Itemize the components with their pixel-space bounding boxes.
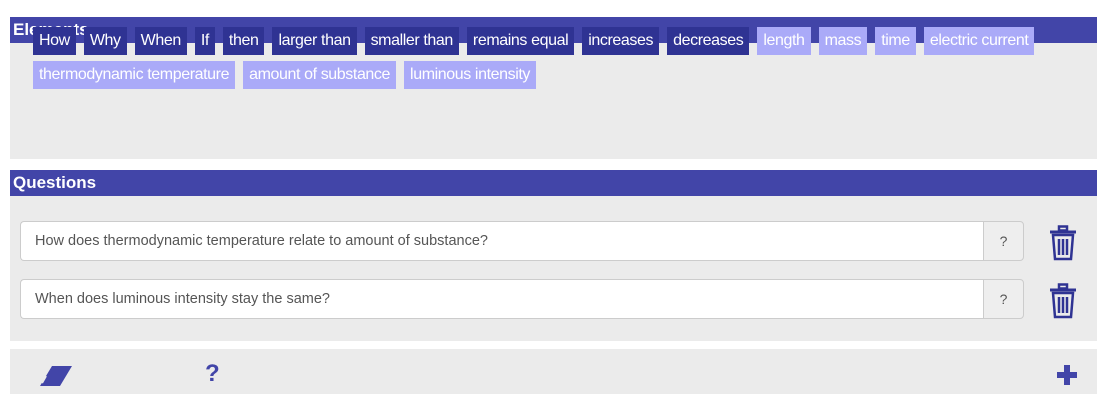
element-chip[interactable]: luminous intensity [404,61,537,89]
elements-chip-list: How Why When If then larger than smaller than r… [33,27,1083,95]
questions-panel [10,196,1097,341]
question-input[interactable] [20,221,983,261]
element-chip[interactable]: larger than [272,27,357,55]
question-help-button[interactable]: ? [983,279,1024,319]
element-chip[interactable]: decreases [667,27,750,55]
element-chip[interactable]: then [222,27,265,55]
question-row: ? [20,221,1024,261]
element-chip[interactable]: If [194,27,215,55]
element-chip[interactable]: mass [818,27,868,55]
element-chip[interactable]: time [875,27,916,55]
plus-icon[interactable] [1056,364,1078,386]
element-chip[interactable]: amount of substance [243,61,397,89]
element-chip[interactable]: How [33,27,76,55]
question-help-button[interactable]: ? [983,221,1024,261]
element-chip[interactable]: smaller than [364,27,459,55]
element-chip[interactable]: electric current [923,27,1035,55]
element-chip[interactable]: remains equal [466,27,575,55]
element-chip[interactable]: length [757,27,811,55]
element-chip[interactable]: thermodynamic temperature [33,61,236,89]
help-button[interactable]: ? [205,359,220,389]
trash-icon[interactable] [1048,283,1078,319]
question-input[interactable] [20,279,983,319]
element-chip[interactable]: increases [582,27,660,55]
toolbar [10,349,1097,394]
element-chip[interactable]: Why [83,27,127,55]
eraser-icon[interactable] [38,364,74,388]
trash-icon[interactable] [1048,225,1078,261]
element-chip[interactable]: When [134,27,187,55]
questions-header: Questions [10,170,1097,196]
question-row: ? [20,279,1024,319]
